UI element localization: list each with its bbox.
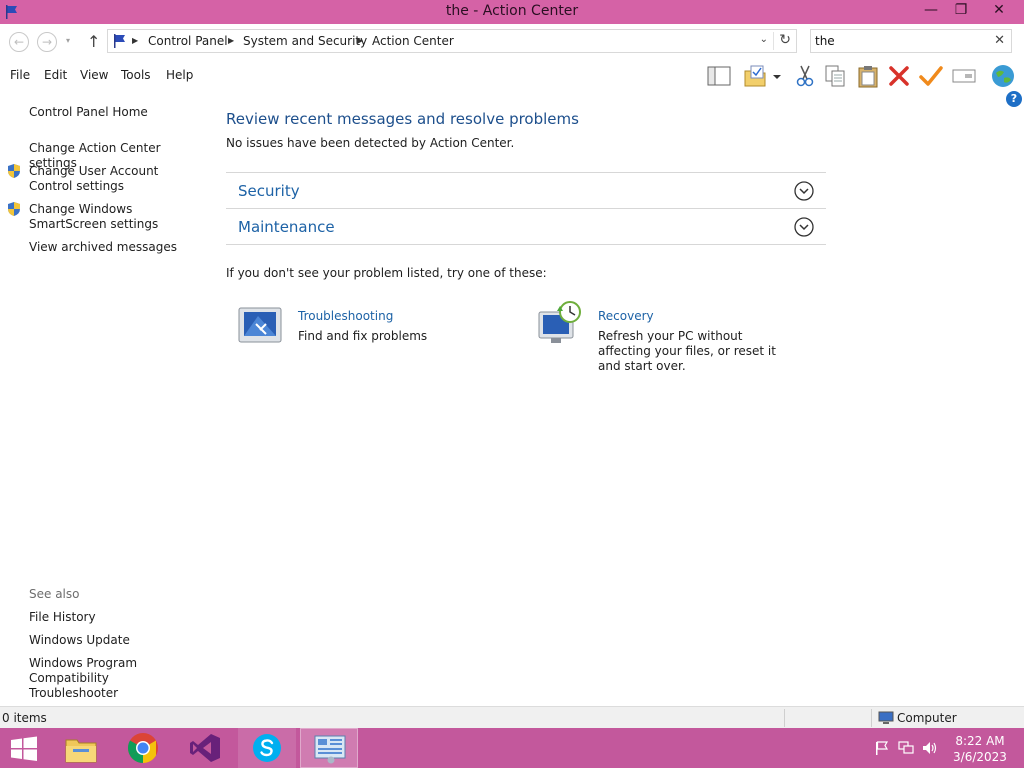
- menu-edit[interactable]: Edit: [44, 68, 67, 82]
- back-button[interactable]: ←: [9, 32, 29, 52]
- breadcrumb-control-panel[interactable]: Control Panel: [148, 34, 228, 48]
- clear-search-icon[interactable]: ✕: [994, 33, 1005, 48]
- address-dropdown-icon[interactable]: ⌄: [760, 34, 768, 45]
- breadcrumb-system-and-security[interactable]: System and Security: [243, 34, 367, 48]
- security-section[interactable]: Security: [226, 172, 826, 208]
- menu-file[interactable]: File: [10, 68, 30, 82]
- skype-icon: [253, 734, 281, 762]
- chrome-icon: [127, 733, 158, 763]
- item-count: 0 items: [2, 711, 47, 725]
- refresh-icon[interactable]: ↻: [779, 32, 791, 48]
- chrome-taskbar-button[interactable]: [114, 728, 172, 768]
- recovery-link[interactable]: Recovery: [598, 309, 654, 323]
- help-icon[interactable]: ?: [1006, 91, 1022, 107]
- title-bar: the - Action Center — ❐ ✕: [0, 0, 1024, 24]
- recent-locations-button[interactable]: ▾: [66, 36, 76, 46]
- chevron-down-icon[interactable]: [794, 181, 814, 201]
- taskbar: 8:22 AM 3/6/2023: [0, 728, 1024, 768]
- status-divider: [871, 709, 872, 727]
- recovery-icon[interactable]: [536, 300, 584, 348]
- visual-studio-taskbar-button[interactable]: [176, 728, 234, 768]
- restore-button[interactable]: ❐: [946, 0, 976, 22]
- maintenance-section-label[interactable]: Maintenance: [238, 218, 335, 236]
- minimize-button[interactable]: —: [916, 0, 946, 22]
- copy-icon[interactable]: [822, 63, 848, 89]
- windows-logo-icon: [11, 736, 37, 761]
- control-panel-icon: [314, 735, 346, 764]
- breadcrumb-separator-icon[interactable]: ▶: [228, 36, 234, 45]
- search-box[interactable]: ✕: [810, 29, 1012, 53]
- start-button[interactable]: [0, 728, 58, 768]
- skype-taskbar-button[interactable]: [238, 728, 296, 768]
- chevron-down-icon[interactable]: [794, 217, 814, 237]
- clock[interactable]: 8:22 AM 3/6/2023: [948, 733, 1012, 765]
- globe-icon[interactable]: [990, 63, 1016, 89]
- control-panel-taskbar-button[interactable]: [300, 728, 358, 768]
- search-input[interactable]: [815, 33, 985, 49]
- try-these-text: If you don't see your problem listed, tr…: [226, 266, 547, 280]
- clock-time: 8:22 AM: [955, 734, 1005, 748]
- control-panel-home-link[interactable]: Control Panel Home: [29, 105, 148, 120]
- rename-icon[interactable]: [951, 63, 977, 89]
- breadcrumb-separator-icon[interactable]: ▶: [132, 36, 138, 45]
- uac-shield-icon: [8, 164, 20, 178]
- status-location: Computer: [897, 711, 957, 725]
- change-uac-settings-link[interactable]: Change User Account Control settings: [29, 164, 204, 194]
- checkmark-icon[interactable]: [918, 63, 944, 89]
- compatibility-troubleshooter-link[interactable]: Windows Program Compatibility Troublesho…: [29, 656, 199, 701]
- file-explorer-taskbar-button[interactable]: [52, 728, 110, 768]
- delete-icon[interactable]: [886, 63, 912, 89]
- troubleshooting-description: Find and fix problems: [298, 329, 428, 343]
- action-center-flag-icon: [114, 34, 125, 48]
- action-center-flag-icon[interactable]: [874, 741, 890, 755]
- volume-icon[interactable]: [922, 741, 938, 755]
- windows-update-link[interactable]: Windows Update: [29, 633, 130, 648]
- forward-button[interactable]: →: [37, 32, 57, 52]
- cut-icon[interactable]: [792, 63, 818, 89]
- menu-bar: File Edit View Tools Help: [0, 60, 1024, 90]
- troubleshooting-link[interactable]: Troubleshooting: [298, 309, 393, 323]
- layout-icon[interactable]: [706, 63, 732, 89]
- menu-help[interactable]: Help: [166, 68, 193, 82]
- clock-date: 3/6/2023: [953, 750, 1007, 764]
- computer-icon: [878, 711, 894, 724]
- left-pane: Control Panel Home Change Action Center …: [0, 90, 210, 706]
- maintenance-section[interactable]: Maintenance: [226, 208, 826, 244]
- paste-icon[interactable]: [855, 63, 881, 89]
- chevron-down-icon[interactable]: [770, 63, 784, 89]
- close-button[interactable]: ✕: [976, 0, 1022, 22]
- menu-view[interactable]: View: [80, 68, 108, 82]
- troubleshooting-icon[interactable]: [236, 302, 284, 350]
- uac-shield-icon: [8, 202, 20, 216]
- network-icon[interactable]: [898, 741, 914, 755]
- recovery-description: Refresh your PC without affecting your f…: [598, 329, 776, 373]
- section-divider: [226, 244, 826, 245]
- file-history-link[interactable]: File History: [29, 610, 96, 625]
- breadcrumb-separator-icon[interactable]: ▶: [357, 36, 363, 45]
- status-divider: [784, 709, 785, 727]
- view-archived-messages-link[interactable]: View archived messages: [29, 240, 177, 255]
- folder-options-icon[interactable]: [743, 63, 769, 89]
- menu-tools[interactable]: Tools: [121, 68, 151, 82]
- change-smartscreen-settings-link[interactable]: Change Windows SmartScreen settings: [29, 202, 204, 232]
- address-bar[interactable]: ▶ Control Panel ▶ System and Security ▶ …: [107, 29, 797, 53]
- up-button[interactable]: ↑: [87, 32, 103, 52]
- breadcrumb-action-center[interactable]: Action Center: [372, 34, 454, 48]
- status-bar: 0 items Computer: [0, 706, 1024, 728]
- address-divider: [773, 32, 774, 50]
- file-explorer-icon: [65, 739, 97, 763]
- window-title: the - Action Center: [445, 3, 579, 19]
- security-section-label[interactable]: Security: [238, 182, 300, 200]
- navigation-bar: ← → ▾ ↑ ▶ Control Panel ▶ System and Sec…: [0, 24, 1024, 60]
- see-also-header: See also: [29, 587, 80, 601]
- visual-studio-icon: [190, 734, 220, 762]
- status-message: No issues have been detected by Action C…: [226, 136, 515, 150]
- page-title: Review recent messages and resolve probl…: [226, 110, 579, 128]
